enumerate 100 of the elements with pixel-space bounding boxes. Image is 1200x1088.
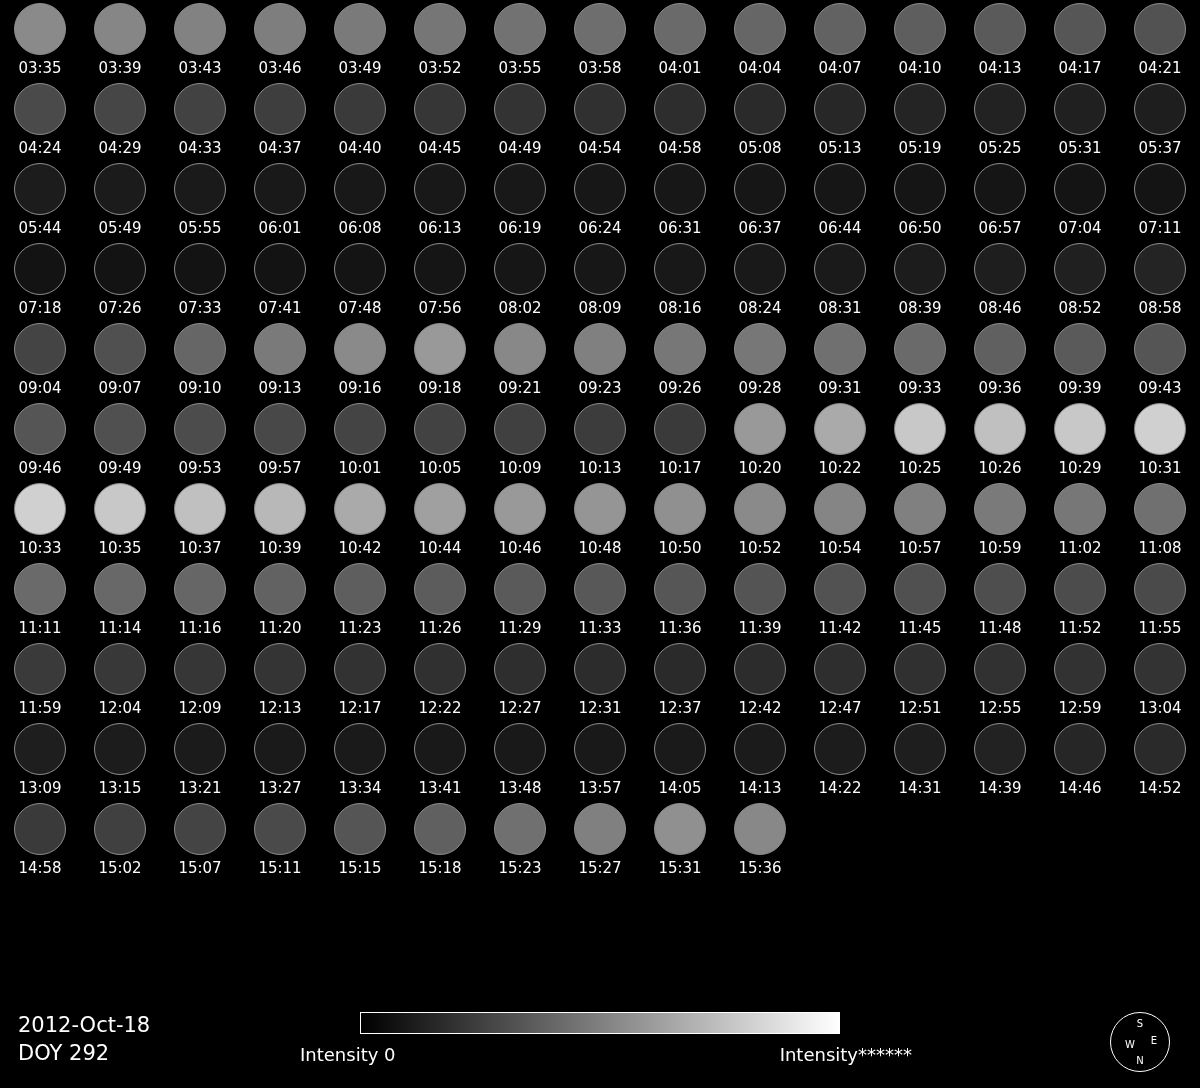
frame-time: 05:25 [978, 139, 1022, 157]
compass-letter: N [1136, 1055, 1144, 1066]
frame-time: 10:35 [98, 539, 142, 557]
frame-time: 13:21 [178, 779, 222, 797]
frame-time: 07:56 [418, 299, 462, 317]
frame-time: 06:37 [738, 219, 782, 237]
frame-time: 04:58 [658, 139, 702, 157]
frame-time: 10:22 [818, 459, 862, 477]
frame-time: 15:23 [498, 859, 542, 877]
frame-time: 14:22 [818, 779, 862, 797]
frame-time: 09:49 [98, 459, 142, 477]
frame-time: 09:53 [178, 459, 222, 477]
frame-time: 10:26 [978, 459, 1022, 477]
frame-time: 10:09 [498, 459, 542, 477]
frame-time: 09:39 [1058, 379, 1102, 397]
frame-time: 08:39 [898, 299, 942, 317]
frame-time: 07:48 [338, 299, 382, 317]
frame-time: 13:04 [1138, 699, 1182, 717]
frame-time: 10:59 [978, 539, 1022, 557]
frame-time: 10:05 [418, 459, 462, 477]
frame-time: 09:16 [338, 379, 382, 397]
frame-time: 14:52 [1138, 779, 1182, 797]
frame-time: 10:42 [338, 539, 382, 557]
frame-time: 04:45 [418, 139, 462, 157]
frame-time: 08:52 [1058, 299, 1102, 317]
frame-time: 10:37 [178, 539, 222, 557]
frame-time: 10:44 [418, 539, 462, 557]
frame-time: 09:31 [818, 379, 862, 397]
frame-time: 06:19 [498, 219, 542, 237]
frame-time: 03:58 [578, 59, 622, 77]
frame-time: 10:48 [578, 539, 622, 557]
colorbar-max-label: Intensity****** [779, 1044, 912, 1066]
frame-time: 15:31 [658, 859, 702, 877]
frame-time: 09:57 [258, 459, 302, 477]
frame-time: 05:55 [178, 219, 222, 237]
frame-time: 10:01 [338, 459, 382, 477]
frame-time: 07:18 [18, 299, 62, 317]
frame-time: 13:27 [258, 779, 302, 797]
date-label: 2012-Oct-18 [18, 1012, 152, 1038]
compass-letter: W [1125, 1039, 1135, 1050]
frame-time: 09:46 [18, 459, 62, 477]
frame-time: 11:26 [418, 619, 462, 637]
frame-time: 08:46 [978, 299, 1022, 317]
frame-time: 05:19 [898, 139, 942, 157]
frame-time: 12:13 [258, 699, 302, 717]
frame-time: 14:39 [978, 779, 1022, 797]
frame-time: 06:24 [578, 219, 622, 237]
frame-time: 15:18 [418, 859, 462, 877]
frame-time: 11:29 [498, 619, 542, 637]
frame-time: 06:31 [658, 219, 702, 237]
frame-time: 04:21 [1138, 59, 1182, 77]
frame-time: 12:27 [498, 699, 542, 717]
frame-time: 07:11 [1138, 219, 1182, 237]
frame-time: 10:31 [1138, 459, 1182, 477]
frame-time: 09:04 [18, 379, 62, 397]
frame-time: 05:37 [1138, 139, 1182, 157]
frame-time: 08:24 [738, 299, 782, 317]
frame-time: 15:02 [98, 859, 142, 877]
frame-time: 10:33 [18, 539, 62, 557]
frame-time: 15:07 [178, 859, 222, 877]
compass-letter: S [1136, 1018, 1144, 1029]
frame-time: 13:41 [418, 779, 462, 797]
frame-time: 11:02 [1058, 539, 1102, 557]
frame-time: 15:11 [258, 859, 302, 877]
frame-time: 10:54 [818, 539, 862, 557]
frame-time: 04:49 [498, 139, 542, 157]
frame-time: 15:27 [578, 859, 622, 877]
frame-time: 10:52 [738, 539, 782, 557]
frame-time: 07:41 [258, 299, 302, 317]
frame-time: 12:47 [818, 699, 862, 717]
frame-time: 15:36 [738, 859, 782, 877]
frame-time: 10:39 [258, 539, 302, 557]
frame-time: 09:18 [418, 379, 462, 397]
frame-time: 14:58 [18, 859, 62, 877]
frame-time: 11:48 [978, 619, 1022, 637]
frame-time: 13:57 [578, 779, 622, 797]
frame-time: 11:39 [738, 619, 782, 637]
frame-time: 07:04 [1058, 219, 1102, 237]
frame-time: 04:01 [658, 59, 702, 77]
frame-time: 10:46 [498, 539, 542, 557]
frame-time: 14:31 [898, 779, 942, 797]
frame-time: 04:10 [898, 59, 942, 77]
frame-time: 03:39 [98, 59, 142, 77]
frame-time: 06:01 [258, 219, 302, 237]
frame-time: 09:13 [258, 379, 302, 397]
frame-time: 08:58 [1138, 299, 1182, 317]
frame-time: 06:50 [898, 219, 942, 237]
frame-time: 06:57 [978, 219, 1022, 237]
frame-time: 08:31 [818, 299, 862, 317]
frame-time: 09:26 [658, 379, 702, 397]
frame-time: 04:24 [18, 139, 62, 157]
frame-time: 10:25 [898, 459, 942, 477]
frame-time: 09:28 [738, 379, 782, 397]
frame-time: 04:40 [338, 139, 382, 157]
frame-time: 12:17 [338, 699, 382, 717]
frame-time: 11:59 [18, 699, 62, 717]
frame-time: 04:37 [258, 139, 302, 157]
frame-time: 10:17 [658, 459, 702, 477]
frame-time: 03:43 [178, 59, 222, 77]
frame-time: 10:57 [898, 539, 942, 557]
